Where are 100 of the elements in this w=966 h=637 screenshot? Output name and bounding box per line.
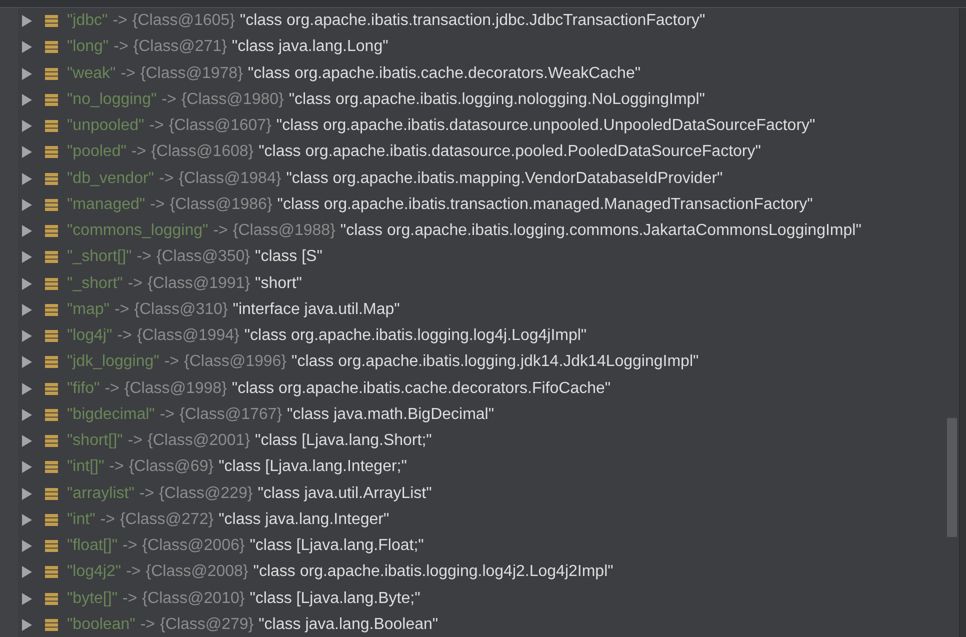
- object-reference: {Class@1980}: [181, 90, 284, 109]
- stacked-bars-icon: [45, 172, 58, 185]
- expand-arrow-icon[interactable]: [22, 514, 32, 526]
- entry-value: "class org.apache.ibatis.logging.jdk14.Jdk14LoggingImpl": [292, 353, 699, 372]
- object-reference: {Class@2006}: [142, 537, 245, 556]
- object-reference: {Class@310}: [134, 300, 228, 319]
- expand-arrow-icon[interactable]: [22, 382, 32, 395]
- stacked-bars-icon: [45, 382, 58, 395]
- expand-arrow-icon[interactable]: [22, 225, 32, 238]
- mapping-arrow: ->: [131, 143, 146, 162]
- expand-arrow-icon[interactable]: [22, 278, 32, 290]
- object-reference: {Class@1998}: [124, 380, 227, 398]
- mapping-arrow: ->: [122, 537, 138, 556]
- expand-arrow-icon[interactable]: [22, 592, 32, 605]
- entry-key: "unpooled": [67, 117, 144, 136]
- entry-value: "short": [255, 274, 302, 293]
- stacked-bars-icon: [45, 618, 58, 631]
- entry-value: "class org.apache.ibatis.transaction.managed.ManagedTransactionFactory": [277, 196, 813, 214]
- mapping-arrow: ->: [136, 248, 152, 266]
- object-reference: {Class@229}: [159, 484, 253, 503]
- stacked-bars-icon: [45, 330, 58, 342]
- expand-arrow-icon[interactable]: [22, 15, 32, 28]
- entry-value: "class org.apache.ibatis.logging.commons.JakartaCommonsLoggingImpl": [340, 222, 862, 240]
- expand-arrow-icon[interactable]: [22, 461, 32, 474]
- object-reference: {Class@1986}: [170, 196, 272, 214]
- entry-key: "arraylist": [67, 484, 134, 503]
- object-reference: {Class@1767}: [180, 406, 282, 424]
- expand-arrow-icon[interactable]: [22, 618, 32, 631]
- expand-arrow-icon[interactable]: [22, 94, 32, 106]
- entry-value: "class java.math.BigDecimal": [287, 406, 494, 424]
- entry-key: "fifo": [67, 380, 100, 398]
- expand-arrow-icon[interactable]: [22, 251, 32, 264]
- expand-arrow-icon[interactable]: [22, 566, 32, 578]
- entry-value: "class java.lang.Long": [232, 38, 388, 56]
- expand-arrow-icon[interactable]: [22, 68, 32, 80]
- entry-key: "short[]": [67, 432, 123, 450]
- entry-key: "int": [67, 510, 96, 529]
- mapping-arrow: ->: [114, 300, 130, 319]
- mapping-arrow: ->: [149, 117, 164, 136]
- entry-value: "class java.lang.Boolean": [258, 616, 438, 634]
- object-reference: {Class@1996}: [184, 353, 287, 372]
- entry-value: "class [S": [255, 248, 322, 266]
- object-reference: {Class@279}: [160, 616, 254, 634]
- entry-key: "_short[]": [67, 248, 132, 266]
- expand-arrow-icon[interactable]: [22, 408, 32, 421]
- expand-arrow-icon[interactable]: [22, 172, 32, 185]
- object-reference: {Class@2001}: [148, 432, 250, 450]
- mapping-arrow: ->: [128, 432, 142, 450]
- mapping-arrow: ->: [164, 353, 179, 372]
- expand-arrow-icon[interactable]: [22, 198, 32, 211]
- stacked-bars-icon: [45, 120, 58, 132]
- object-reference: {Class@1605}: [132, 12, 235, 30]
- object-reference: {Class@1984}: [178, 170, 282, 188]
- entry-key: "map": [67, 300, 110, 319]
- stacked-bars-icon: [45, 566, 58, 578]
- expand-arrow-icon[interactable]: [22, 488, 32, 500]
- object-reference: {Class@350}: [156, 248, 250, 266]
- entry-key: "pooled": [67, 143, 126, 162]
- entry-key: "byte[]": [67, 590, 118, 608]
- mapping-arrow: ->: [109, 458, 124, 476]
- expand-arrow-icon[interactable]: [22, 146, 32, 158]
- object-reference: {Class@1988}: [232, 222, 336, 240]
- entry-key: "float[]": [67, 537, 118, 556]
- entry-key: "weak": [67, 64, 116, 83]
- stacked-bars-icon: [45, 251, 58, 264]
- entry-value: "class org.apache.ibatis.logging.log4j2.Log4j2Impl": [253, 563, 614, 582]
- entry-key: "bigdecimal": [67, 406, 155, 424]
- expand-arrow-icon[interactable]: [22, 435, 32, 448]
- object-reference: {Class@271}: [133, 38, 227, 56]
- entry-key: "commons_logging": [67, 222, 208, 240]
- entry-key: "jdbc": [67, 12, 108, 30]
- entry-value: "class org.apache.ibatis.datasource.unpooled.UnpooledDataSourceFactory": [276, 117, 816, 136]
- stacked-bars-icon: [45, 540, 58, 552]
- mapping-arrow: ->: [139, 484, 154, 503]
- mapping-arrow: ->: [150, 196, 165, 214]
- entry-value: "class java.lang.Integer": [218, 510, 390, 529]
- stacked-bars-icon: [45, 15, 58, 28]
- expand-arrow-icon[interactable]: [22, 330, 32, 342]
- entry-value: "class [Ljava.lang.Float;": [250, 537, 424, 556]
- expand-arrow-icon[interactable]: [22, 540, 32, 552]
- expand-arrow-icon[interactable]: [22, 304, 32, 316]
- entry-key: "managed": [67, 196, 146, 214]
- mapping-arrow: ->: [213, 222, 228, 240]
- entry-key: "boolean": [67, 616, 136, 634]
- stacked-bars-icon: [45, 461, 58, 474]
- object-reference: {Class@1608}: [151, 143, 254, 162]
- object-reference: {Class@1994}: [136, 327, 240, 346]
- entry-key: "long": [67, 38, 109, 56]
- stacked-bars-icon: [45, 304, 58, 316]
- stacked-bars-icon: [45, 514, 58, 526]
- scrollbar-thumb[interactable]: [947, 418, 957, 537]
- stacked-bars-icon: [45, 94, 58, 106]
- expand-arrow-icon[interactable]: [22, 356, 32, 368]
- expand-arrow-icon[interactable]: [22, 120, 32, 132]
- mapping-arrow: ->: [112, 12, 128, 30]
- entry-key: "jdk_logging": [67, 353, 160, 372]
- entry-value: "interface java.util.Map": [232, 300, 400, 319]
- mapping-arrow: ->: [162, 90, 176, 109]
- expand-arrow-icon[interactable]: [22, 41, 32, 54]
- entry-value: "class org.apache.ibatis.logging.nologging.NoLoggingImpl": [288, 90, 705, 109]
